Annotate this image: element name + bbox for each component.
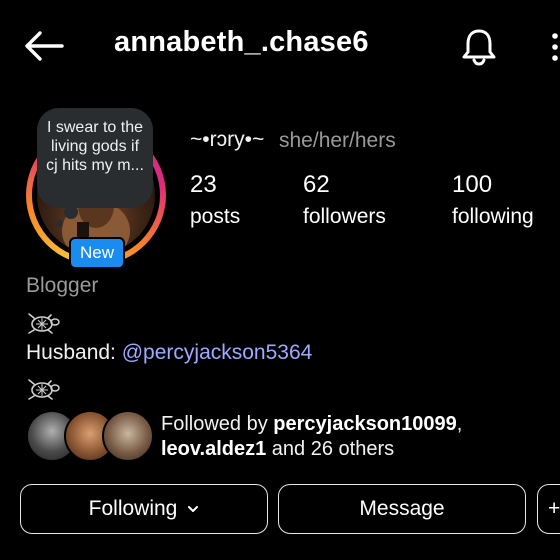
- pronouns: she/her/hers: [279, 129, 396, 152]
- message-button-label: Message: [359, 497, 445, 520]
- mutual-user-link[interactable]: leov.aldez1: [161, 438, 266, 460]
- bell-icon[interactable]: [460, 26, 498, 66]
- followers-label: followers: [303, 205, 386, 228]
- more-vertical-icon[interactable]: [544, 32, 560, 62]
- mutual-followers-avatars[interactable]: [26, 410, 154, 462]
- posts-label: posts: [190, 205, 241, 228]
- posts-stat[interactable]: 23 posts: [190, 170, 240, 232]
- avatar: [102, 410, 154, 462]
- followers-count: 62: [303, 171, 330, 198]
- chevron-down-icon: [188, 506, 199, 512]
- mutual-user-link[interactable]: percyjackson10099: [273, 413, 456, 435]
- top-bar: annabeth_.chase6: [0, 0, 560, 92]
- add-user-button[interactable]: +: [537, 484, 560, 534]
- following-label: following: [452, 205, 534, 228]
- back-arrow-icon[interactable]: [24, 30, 64, 62]
- profile-username: annabeth_.chase6: [114, 26, 369, 58]
- bio-prefix: Husband:: [26, 341, 122, 364]
- following-stat[interactable]: 100 following: [452, 170, 534, 232]
- bio-mention-link[interactable]: @percyjackson5364: [122, 341, 313, 364]
- add-user-icon: +: [548, 497, 560, 520]
- display-name: ~•rɔry•~: [190, 128, 265, 151]
- new-note-badge: New: [69, 237, 125, 269]
- posts-count: 23: [190, 171, 217, 198]
- followers-stat[interactable]: 62 followers: [303, 170, 386, 232]
- message-button[interactable]: Message: [278, 484, 526, 534]
- followed-by-text[interactable]: Followed by percyjackson10099, leov.aldez…: [161, 412, 556, 462]
- sea-turtle-emoji-icon: [28, 379, 60, 400]
- following-button-label: Following: [88, 497, 178, 520]
- profile-category: Blogger: [26, 274, 99, 297]
- following-button[interactable]: Following: [20, 484, 268, 534]
- bio-husband-line: Husband: @percyjackson5364: [26, 341, 312, 365]
- sea-turtle-emoji-icon: [28, 313, 60, 334]
- following-count: 100: [452, 171, 493, 198]
- profile-note-bubble[interactable]: I swear to the living gods if cj hits my…: [37, 108, 153, 208]
